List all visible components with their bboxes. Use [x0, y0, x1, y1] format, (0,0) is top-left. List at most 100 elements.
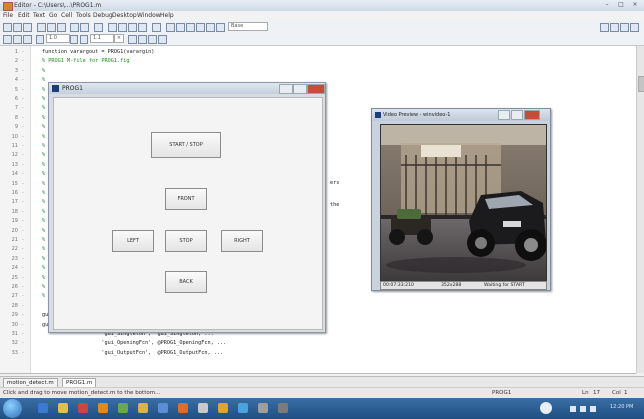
code-line[interactable]: %	[42, 134, 45, 140]
left-button[interactable]: LEFT	[112, 230, 154, 252]
code-line[interactable]: %	[42, 152, 45, 158]
menu-debug[interactable]: Debug	[93, 12, 113, 19]
taskbar-clock[interactable]: 12:20 PM	[610, 404, 633, 410]
video-maximize-button[interactable]	[511, 110, 523, 120]
app-icon[interactable]	[198, 403, 208, 413]
app-icon[interactable]	[158, 403, 168, 413]
back-arrow-icon[interactable]	[118, 23, 127, 32]
help-icon[interactable]	[540, 402, 552, 414]
volume-icon[interactable]	[580, 406, 586, 412]
layout-tile-icon[interactable]	[600, 23, 609, 32]
code-line[interactable]: %	[42, 199, 45, 205]
paste-icon[interactable]	[57, 23, 66, 32]
forward-arrow-icon[interactable]	[128, 23, 137, 32]
fold-marker[interactable]: -	[22, 293, 24, 299]
code-line[interactable]: %	[42, 115, 45, 121]
code-line[interactable]: %	[42, 228, 45, 234]
tray-icon[interactable]	[570, 406, 576, 412]
run-icon[interactable]	[166, 23, 175, 32]
breakpoint-icon[interactable]	[152, 23, 161, 32]
code-line[interactable]: %	[42, 284, 45, 290]
code-line[interactable]: %	[42, 96, 45, 102]
plus-icon[interactable]	[70, 35, 78, 44]
app-icon[interactable]	[278, 403, 288, 413]
stop-button[interactable]: STOP	[165, 230, 207, 252]
folder-icon[interactable]	[138, 403, 148, 413]
back-button[interactable]: BACK	[165, 271, 207, 293]
code-line[interactable]: %	[42, 190, 45, 196]
code-line[interactable]: %	[42, 209, 45, 215]
cell-format3-icon[interactable]	[148, 35, 157, 44]
app-icon[interactable]	[238, 403, 248, 413]
code-line[interactable]: 'gui_OutputFcn', @PROG1_OutputFcn, ...	[42, 350, 223, 356]
fold-marker[interactable]: -	[22, 228, 24, 234]
save-icon[interactable]	[23, 23, 32, 32]
fold-marker[interactable]: -	[22, 96, 24, 102]
start-button[interactable]	[3, 399, 22, 418]
close-button[interactable]: ×	[628, 1, 642, 9]
layout-split-icon[interactable]	[610, 23, 619, 32]
code-line[interactable]: %	[42, 265, 45, 271]
zoom-field-a[interactable]: 1.0	[46, 34, 70, 43]
continue-icon[interactable]	[206, 23, 215, 32]
code-line[interactable]: % PROG1 M-file for PROG1.fig	[42, 58, 129, 64]
minus-icon[interactable]	[36, 35, 44, 44]
fold-marker[interactable]: -	[22, 303, 24, 309]
explorer-icon[interactable]	[58, 403, 68, 413]
fold-marker[interactable]: -	[22, 143, 24, 149]
find-icon[interactable]	[108, 23, 117, 32]
cut-icon[interactable]	[37, 23, 46, 32]
cell-mode-icon[interactable]	[3, 35, 12, 44]
multiply-button[interactable]: ×	[114, 34, 124, 43]
fold-marker[interactable]: -	[22, 105, 24, 111]
step-icon[interactable]	[176, 23, 185, 32]
menu-cell[interactable]: Cell	[61, 12, 72, 19]
fold-marker[interactable]: -	[22, 134, 24, 140]
network-icon[interactable]	[590, 406, 596, 412]
figure-minimize-button[interactable]	[279, 84, 293, 94]
prog1-figure-window[interactable]: PROG1 START / STOP FRONT LEFT STOP RIGHT…	[48, 82, 326, 333]
fold-marker[interactable]: -	[22, 199, 24, 205]
code-line[interactable]: %	[42, 275, 45, 281]
fold-marker[interactable]: -	[22, 162, 24, 168]
figure-close-button[interactable]	[307, 84, 325, 94]
code-line[interactable]: %	[42, 246, 45, 252]
open-file-icon[interactable]	[13, 23, 22, 32]
print-icon[interactable]	[94, 23, 103, 32]
video-close-button[interactable]	[524, 110, 540, 120]
divide-icon[interactable]	[80, 35, 88, 44]
new-file-icon[interactable]	[3, 23, 12, 32]
fx-icon[interactable]	[138, 23, 147, 32]
fold-marker[interactable]: -	[22, 152, 24, 158]
code-line[interactable]: %	[42, 256, 45, 262]
figure-maximize-button[interactable]	[293, 84, 307, 94]
start-stop-button[interactable]: START / STOP	[151, 132, 221, 158]
fold-marker[interactable]: -	[22, 312, 24, 318]
code-line[interactable]: %	[42, 87, 45, 93]
cell-help-icon[interactable]	[158, 35, 167, 44]
code-line[interactable]: %	[42, 143, 45, 149]
menu-help[interactable]: Help	[160, 12, 174, 19]
menu-text[interactable]: Text	[33, 12, 45, 19]
zoom-field-b[interactable]: 1.1	[90, 34, 114, 43]
dock-icon[interactable]	[630, 23, 639, 32]
menu-edit[interactable]: Edit	[18, 12, 30, 19]
ie-icon[interactable]	[38, 403, 48, 413]
step-out-icon[interactable]	[196, 23, 205, 32]
fold-marker[interactable]: -	[22, 256, 24, 262]
fold-marker[interactable]: -	[22, 284, 24, 290]
code-line[interactable]: function varargout = PROG1(varargin)	[42, 49, 154, 55]
fold-marker[interactable]: -	[22, 218, 24, 224]
fold-marker[interactable]: -	[22, 340, 24, 346]
app-icon[interactable]	[218, 403, 228, 413]
fold-marker[interactable]: -	[22, 58, 24, 64]
fold-marker[interactable]: -	[22, 124, 24, 130]
step-in-icon[interactable]	[186, 23, 195, 32]
fold-marker[interactable]: -	[22, 265, 24, 271]
undo-icon[interactable]	[70, 23, 79, 32]
code-line[interactable]: %	[42, 162, 45, 168]
fold-marker[interactable]: -	[22, 322, 24, 328]
fold-marker[interactable]: -	[22, 77, 24, 83]
code-line[interactable]: %	[42, 105, 45, 111]
menu-go[interactable]: Go	[49, 12, 57, 19]
